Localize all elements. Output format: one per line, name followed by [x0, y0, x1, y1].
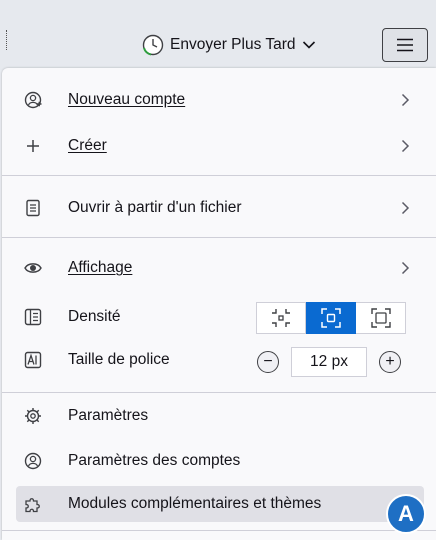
menu-divider [2, 237, 436, 238]
menu-item-font-size: Taille de police − 12 px + [16, 340, 424, 384]
chevron-right-icon [401, 93, 410, 107]
font-size-icon [24, 351, 42, 369]
menu-item-addons-themes[interactable]: Modules complémentaires et thèmes [16, 486, 424, 522]
menu-item-label: Densité [68, 308, 121, 325]
compact-density-icon [272, 309, 290, 327]
menu-item-label: Taille de police [68, 351, 170, 368]
send-later-label: Envoyer Plus Tard [170, 36, 296, 53]
toolbar: Envoyer Plus Tard [0, 0, 436, 70]
app-menu-button[interactable] [382, 28, 428, 62]
menu-item-create[interactable]: Créer [16, 128, 424, 164]
menu-item-label: Paramètres des comptes [68, 452, 241, 469]
menu-item-label: Modules complémentaires et thèmes [68, 495, 322, 512]
density-compact-button[interactable] [256, 302, 306, 334]
menu-item-label: Créer [68, 137, 107, 154]
puzzle-icon [25, 498, 40, 513]
font-size-decrease-button[interactable]: − [257, 351, 279, 373]
chevron-right-icon [401, 139, 410, 153]
menu-divider [2, 392, 436, 393]
menu-divider [2, 175, 436, 176]
hamburger-icon [397, 38, 413, 52]
chevron-right-icon [401, 201, 410, 215]
font-size-value: 12 px [291, 347, 367, 377]
account-settings-icon [24, 452, 42, 470]
annotation-badge: A [386, 494, 426, 534]
menu-item-label: Paramètres [68, 407, 149, 424]
menu-item-account-settings[interactable]: Paramètres des comptes [16, 443, 424, 479]
plus-icon [27, 140, 39, 152]
font-size-control: − 12 px + [257, 346, 401, 378]
file-icon [26, 199, 40, 217]
chevron-down-icon [302, 41, 315, 49]
new-account-icon [24, 91, 42, 109]
menu-item-settings[interactable]: Paramètres [16, 398, 424, 434]
eye-icon [24, 263, 42, 273]
menu-item-label: Ouvrir à partir d'un fichier [68, 199, 242, 216]
chevron-right-icon [401, 261, 410, 275]
menu-divider [2, 530, 436, 531]
clock-icon [142, 34, 164, 56]
font-size-increase-button[interactable]: + [379, 351, 401, 373]
menu-item-density: Densité [16, 294, 424, 340]
density-touch-button[interactable] [356, 302, 406, 334]
menu-item-new-account[interactable]: Nouveau compte [16, 82, 424, 118]
normal-density-icon [320, 308, 341, 328]
density-selector [256, 302, 406, 334]
toolbar-separator [6, 30, 9, 50]
density-icon [24, 308, 42, 326]
app-menu-panel: Nouveau compte Créer Ouvrir à partir d'u… [2, 68, 436, 540]
density-normal-button[interactable] [306, 302, 356, 334]
menu-item-open-file[interactable]: Ouvrir à partir d'un fichier [16, 190, 424, 226]
menu-item-view[interactable]: Affichage [16, 250, 424, 286]
touch-density-icon [370, 308, 391, 328]
send-later-button[interactable]: Envoyer Plus Tard [142, 30, 316, 60]
gear-icon [25, 408, 41, 424]
menu-item-label: Affichage [68, 259, 133, 276]
menu-item-label: Nouveau compte [68, 91, 186, 108]
